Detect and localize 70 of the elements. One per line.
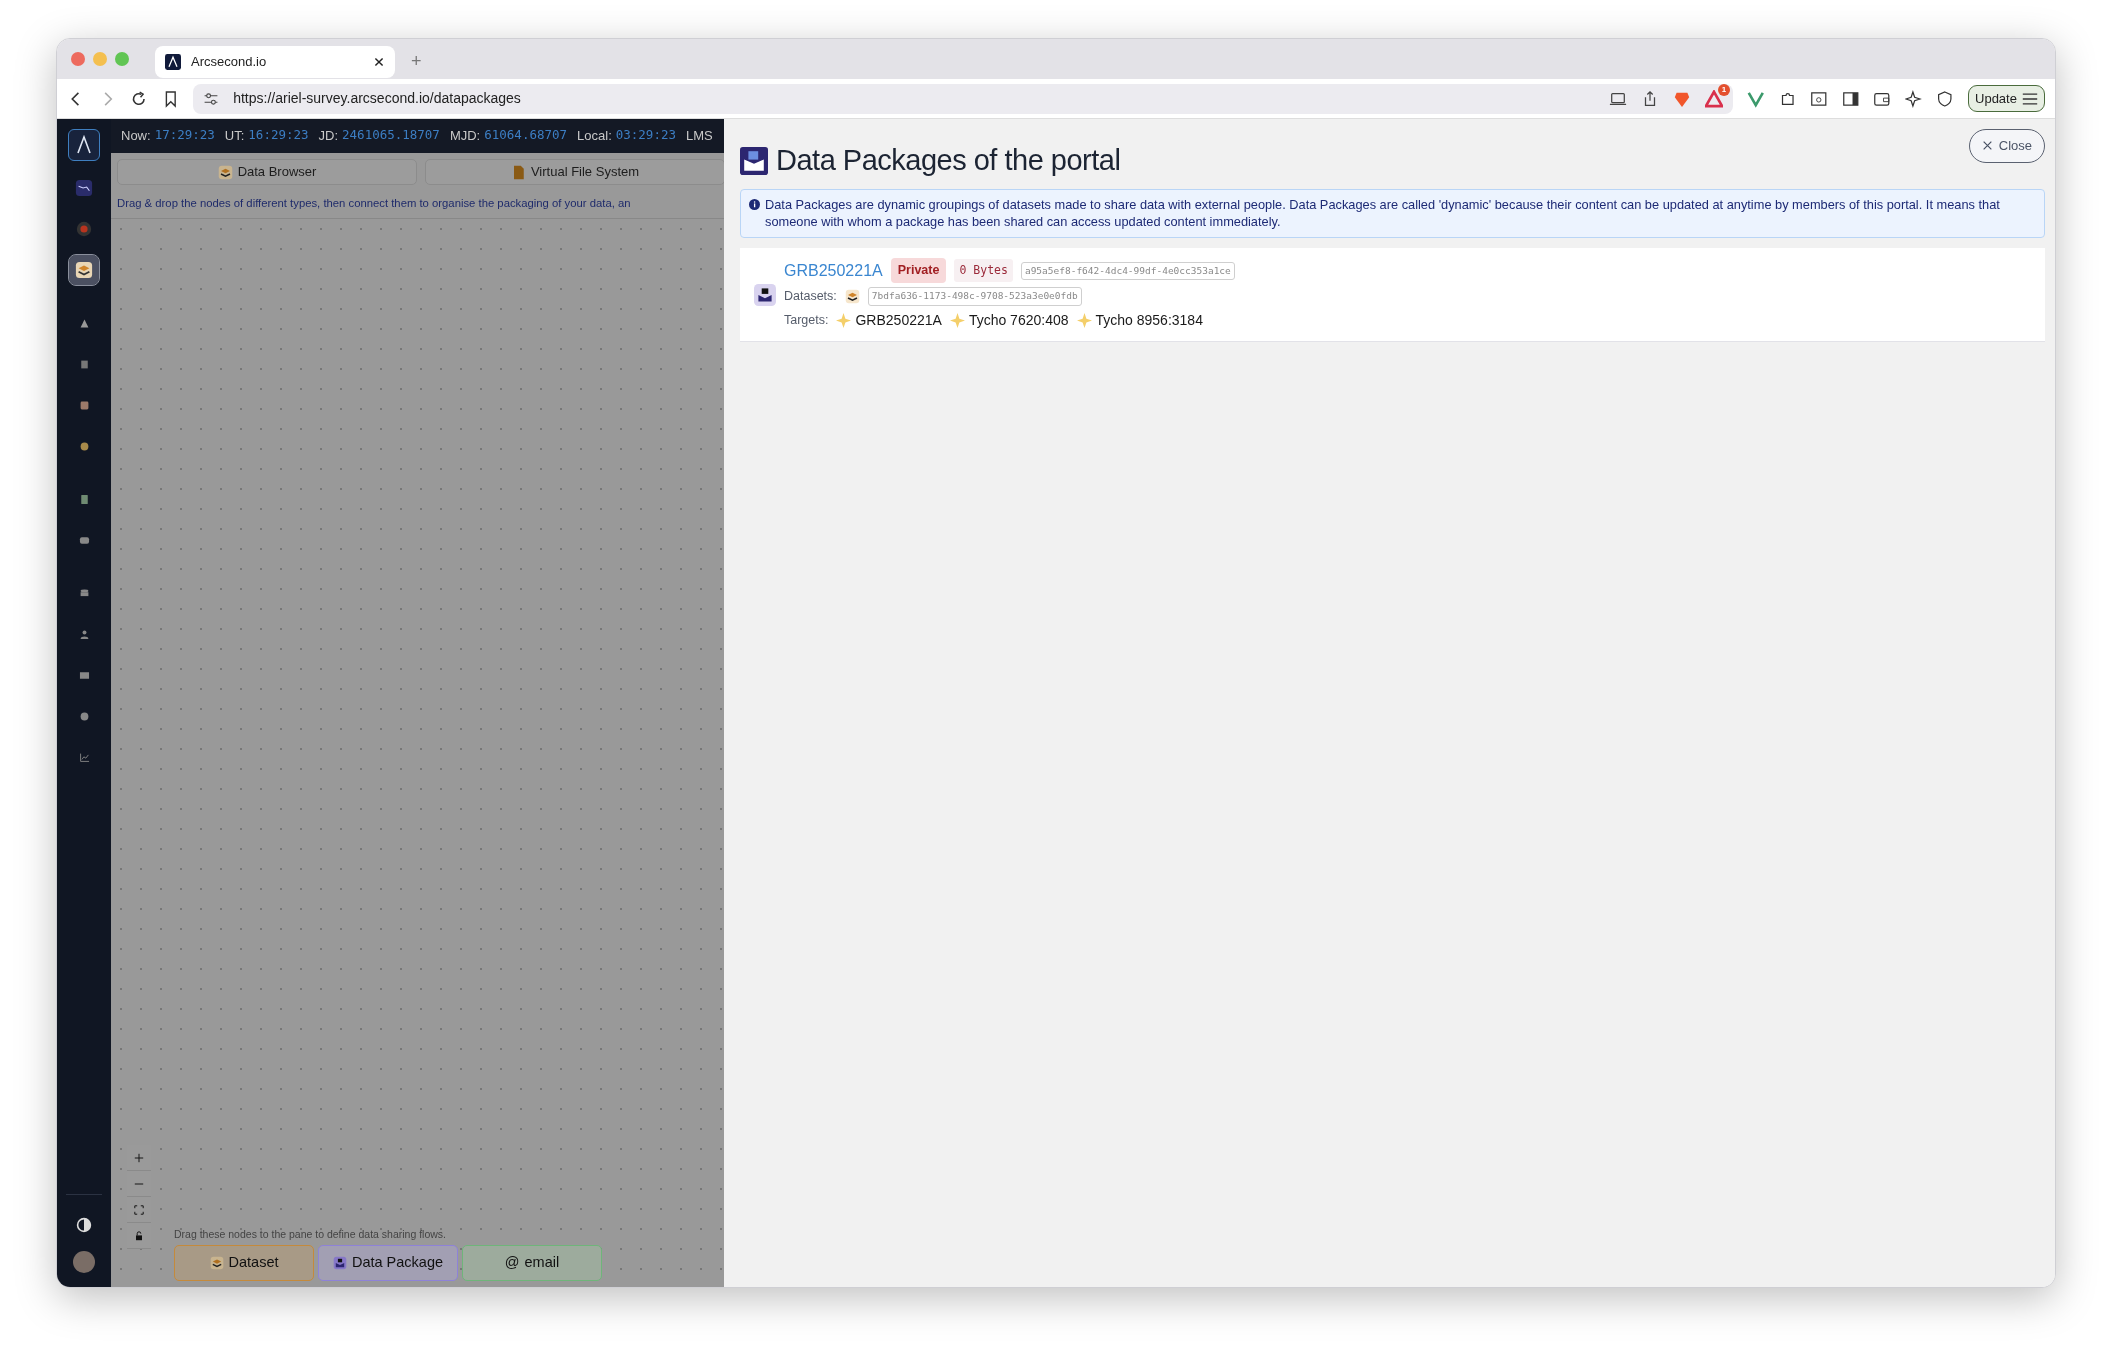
layers-icon [75, 261, 93, 279]
close-icon [1981, 140, 1993, 152]
clock-label: UT: [224, 127, 245, 146]
field-label: Targets: [784, 311, 829, 329]
close-button[interactable]: Close [1968, 129, 2045, 163]
star-icon [836, 312, 852, 328]
contrast-icon[interactable] [76, 1217, 92, 1233]
sidebar-icon[interactable] [1841, 89, 1860, 108]
clock-label: MJD: [449, 127, 481, 146]
clock-value: 03:29:23 [615, 126, 676, 145]
target-name: GRB250221A [855, 310, 942, 330]
package-icon [740, 146, 768, 175]
new-tab-button[interactable]: + [411, 47, 422, 75]
target-name: Tycho 8956:3184 [1095, 310, 1203, 330]
node-button[interactable]: Dataset [174, 1245, 314, 1281]
box-icon [332, 1256, 347, 1270]
instruction-text: Drag & drop the nodes of different types, then connect them to organise the packaging of your data, an [111, 185, 724, 219]
package-link[interactable]: GRB250221A [784, 258, 883, 283]
constellation-icon [75, 179, 93, 197]
tab-title: Arcsecond.io [191, 53, 268, 72]
node-button[interactable]: @ email [462, 1245, 602, 1281]
clock-value: 2461065.18707 [342, 126, 440, 145]
star-icon [1076, 312, 1092, 328]
settings-icon [203, 90, 220, 107]
field-label: Datasets: [784, 288, 837, 306]
clock-value: 61064.68707 [484, 126, 568, 145]
target-name: Tycho 7620:408 [968, 310, 1069, 330]
pane-tab[interactable]: Data Browser [117, 159, 417, 185]
layers-icon [209, 1256, 224, 1270]
info-icon [749, 198, 760, 210]
notification-badge: 1 [1717, 83, 1731, 96]
sparkle-icon[interactable] [1904, 89, 1923, 108]
clock-label: Local: [577, 127, 612, 146]
shield-icon[interactable] [1936, 89, 1954, 108]
clock-value: 17:29:23 [154, 126, 215, 145]
uuid-tag: 7bdfa636-1173-498c-9708-523a3e0e0fdb [867, 287, 1082, 306]
clock-value: 16:29:23 [248, 126, 309, 145]
page-title: Data Packages of the portal [776, 143, 1121, 178]
triangle-icon[interactable] [1705, 89, 1724, 108]
reload-icon[interactable] [130, 89, 148, 108]
pane-tab[interactable]: Virtual File System [425, 159, 724, 185]
window-search-icon[interactable] [1810, 89, 1828, 108]
letter-a-icon [74, 135, 94, 155]
sidebar-item[interactable] [69, 255, 99, 285]
app-logo-icon [165, 54, 181, 70]
star-icon [949, 312, 965, 328]
clock-label: Now: [121, 127, 151, 146]
node-button[interactable]: Data Package [318, 1245, 458, 1281]
layers-icon [217, 164, 233, 180]
uuid-tag: a95a5ef8-f642-4dc4-99df-4e0cc353a1ce [1020, 261, 1235, 280]
clock-label: JD: [318, 127, 339, 146]
close-icon[interactable] [373, 56, 385, 68]
palette-hint: Drag these nodes to the pane to define data sharing flows. [174, 1227, 447, 1243]
clock-label: LMS [685, 127, 713, 146]
url-text: https://ariel-survey.arcsecond.io/datapackages [233, 89, 522, 108]
size-tag: 0 Bytes [954, 259, 1013, 283]
target-icon [75, 220, 93, 238]
avatar[interactable] [73, 1251, 95, 1273]
lock-icon [133, 1229, 145, 1242]
info-text: Data Packages are dynamic groupings of datasets made to share data with external people. Data Packages are called 'dynamic' because their content can be updated at anytime by members of this portal. It means that someone with whom a package has been shared can access updated content immediately. [765, 195, 2001, 232]
visibility-badge: Private [890, 258, 947, 284]
package-icon [754, 283, 776, 306]
zoom-in-icon [133, 1151, 145, 1164]
v-logo-icon[interactable] [1747, 89, 1765, 108]
fit-view-icon [133, 1203, 145, 1216]
app-logo[interactable] [68, 129, 100, 161]
address-bar[interactable]: https://ariel-survey.arcsecond.io/datapackages 1 [193, 83, 1734, 114]
browser-tab[interactable]: Arcsecond.io [155, 46, 395, 78]
update-button[interactable]: Update [1968, 84, 2045, 113]
layers-icon [844, 288, 860, 304]
